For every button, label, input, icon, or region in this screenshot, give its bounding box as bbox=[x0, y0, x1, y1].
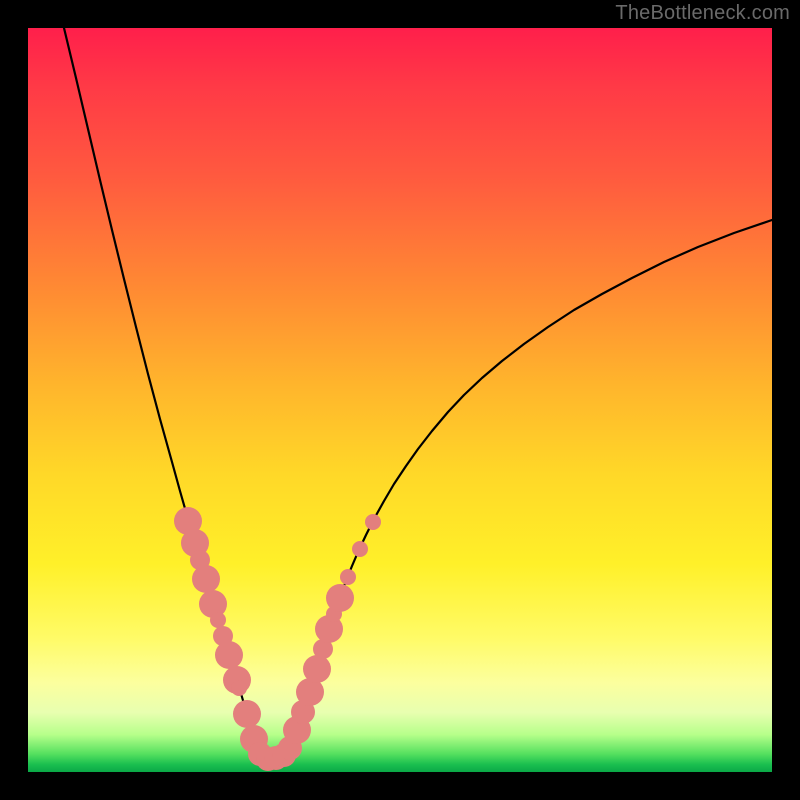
data-marker bbox=[210, 612, 226, 628]
data-marker bbox=[352, 541, 368, 557]
data-marker bbox=[233, 700, 261, 728]
data-marker bbox=[303, 655, 331, 683]
chart-frame: TheBottleneck.com bbox=[0, 0, 800, 800]
data-marker bbox=[231, 680, 247, 696]
data-marker bbox=[340, 569, 356, 585]
plot-area bbox=[28, 28, 772, 772]
data-marker bbox=[365, 514, 381, 530]
watermark-text: TheBottleneck.com bbox=[615, 2, 790, 25]
curve-layer bbox=[64, 28, 772, 759]
marker-layer bbox=[174, 507, 381, 771]
data-marker bbox=[192, 565, 220, 593]
right-curve bbox=[288, 220, 772, 752]
data-marker bbox=[215, 641, 243, 669]
data-marker bbox=[326, 584, 354, 612]
chart-svg bbox=[28, 28, 772, 772]
